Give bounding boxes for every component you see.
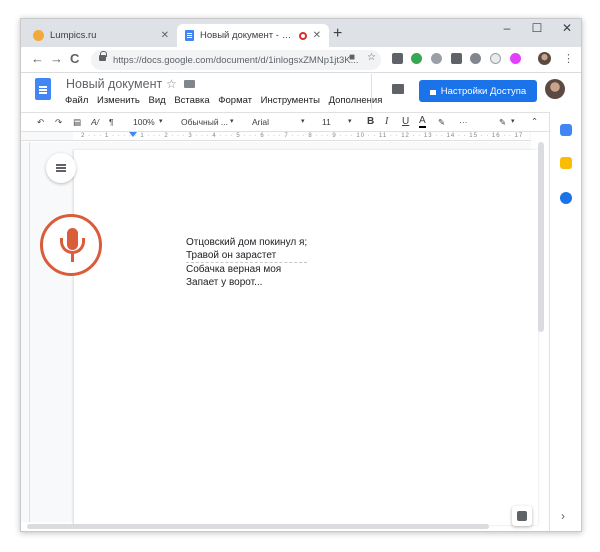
extension-eye-icon[interactable] (470, 53, 481, 64)
extension-puzzle-icon[interactable] (510, 53, 521, 64)
tasks-icon[interactable] (560, 192, 572, 204)
calendar-icon[interactable] (560, 124, 572, 136)
tab-close-icon[interactable]: ✕ (313, 30, 321, 41)
style-select[interactable]: Обычный ... (181, 117, 228, 127)
document-body[interactable]: Отцовский дом покинул я; Травой он зарас… (186, 236, 308, 289)
underline-button[interactable]: U (402, 116, 409, 127)
font-select[interactable]: Arial (252, 117, 269, 127)
chevron-down-icon: ▾ (159, 118, 163, 125)
tab-docs[interactable]: Новый документ - Google ... ✕ (177, 24, 329, 47)
body-line: Травой он зарастет (186, 249, 308, 263)
horizontal-ruler[interactable]: 2 · · · 1 · · · · · 1 · · · 2 · · · 3 · … (21, 132, 531, 141)
formatting-toolbar: ↶ ↷ ▤ A/ ¶ 100% ▾ Обычный ... ▾ Arial ▾ … (21, 112, 581, 132)
menu-edit[interactable]: Изменить (97, 95, 140, 106)
indent-marker-icon[interactable] (129, 132, 137, 137)
menu-file[interactable]: Файл (65, 95, 88, 106)
menu-addons[interactable]: Дополнения (329, 95, 383, 106)
forward-button[interactable]: → (50, 51, 63, 66)
lock-icon (429, 89, 436, 95)
font-size-select[interactable]: 11 (322, 117, 331, 127)
tab-bar: Lumpics.ru ✕ Новый документ - Google ...… (21, 19, 581, 47)
zoom-select[interactable]: 100% (133, 117, 155, 127)
explore-button[interactable] (512, 506, 532, 526)
extension-home-icon[interactable] (392, 53, 403, 64)
voice-typing-microphone-button[interactable] (40, 214, 102, 276)
profile-avatar[interactable] (538, 52, 551, 65)
tab-lumpics[interactable]: Lumpics.ru ✕ (25, 24, 177, 47)
ruler-numbers: 2 · · · 1 · · · · · 1 · · · 2 · · · 3 · … (81, 133, 524, 139)
spellcheck-icon[interactable]: A/ (91, 117, 99, 127)
microphone-icon-stem (71, 254, 74, 262)
docs-logo-icon[interactable] (35, 78, 51, 100)
document-title[interactable]: Новый документ (66, 77, 162, 91)
url-text: https://docs.google.com/document/d/1inlo… (113, 54, 359, 66)
document-outline-button[interactable] (46, 153, 76, 183)
lock-icon (99, 51, 107, 61)
body-line: Собачка верная моя (186, 264, 282, 275)
docs-favicon-icon (185, 30, 194, 41)
document-page[interactable]: Отцовский дом покинул я; Травой он зарас… (73, 150, 538, 525)
document-canvas: Отцовский дом покинул я; Травой он зарас… (30, 142, 538, 525)
new-tab-button[interactable]: + (333, 25, 342, 43)
body-line: Запает у ворот... (186, 277, 263, 288)
extension-globe-icon[interactable] (431, 53, 442, 64)
chevron-down-icon: ▾ (230, 118, 234, 125)
reload-button[interactable]: C (70, 51, 79, 66)
vertical-ruler[interactable] (21, 142, 30, 522)
back-button[interactable]: ← (31, 51, 44, 66)
browser-toolbar: ← → C https://docs.google.com/document/d… (21, 47, 581, 73)
star-icon[interactable]: ☆ (166, 77, 177, 91)
paint-format-icon[interactable]: ¶ (109, 117, 114, 127)
chevron-down-icon: ▾ (511, 118, 515, 125)
chevron-down-icon: ▾ (301, 118, 305, 125)
tab-title: Новый документ - Google ... (200, 30, 295, 41)
microphone-icon-stand (60, 238, 85, 254)
keep-icon[interactable] (560, 157, 572, 169)
undo-icon[interactable]: ↶ (37, 117, 44, 128)
expand-panel-chevron-icon[interactable]: › (561, 509, 565, 523)
lumpics-favicon-icon (33, 30, 44, 41)
share-label: Настройки Доступа (440, 85, 527, 97)
outline-list-icon (56, 164, 66, 166)
highlight-pen-icon[interactable]: ✎ (438, 117, 445, 128)
body-line: Отцовский дом покинул я; (186, 237, 308, 248)
menu-view[interactable]: Вид (149, 95, 166, 106)
camera-icon[interactable]: ■ (349, 52, 355, 63)
chevron-down-icon: ▾ (348, 118, 352, 125)
share-button[interactable]: Настройки Доступа (419, 80, 537, 102)
editing-mode-pen-icon[interactable]: ✎ (499, 117, 506, 128)
account-avatar[interactable] (545, 79, 565, 99)
menu-format[interactable]: Формат (218, 95, 252, 106)
extension-mail-icon[interactable] (451, 53, 462, 64)
docs-menu-bar: Файл Изменить Вид Вставка Формат Инструм… (65, 95, 388, 106)
folder-icon[interactable] (184, 80, 195, 88)
minimize-button[interactable]: – (493, 21, 521, 35)
collapse-chevron-up-icon[interactable]: ⌃ (531, 116, 538, 127)
bold-button[interactable]: B (367, 116, 374, 127)
side-panel (549, 112, 581, 531)
maximize-button[interactable]: ☐ (523, 21, 551, 35)
extension-shield-outline-icon[interactable] (490, 53, 501, 64)
redo-icon[interactable]: ↷ (55, 117, 62, 128)
browser-menu-icon[interactable]: ⋮ (563, 52, 574, 65)
vertical-scrollbar[interactable] (538, 142, 544, 332)
recording-indicator-icon (298, 31, 307, 40)
more-button[interactable]: ··· (459, 117, 468, 127)
print-icon[interactable]: ▤ (73, 117, 81, 128)
italic-button[interactable]: I (385, 116, 388, 127)
menu-insert[interactable]: Вставка (174, 95, 209, 106)
docs-header: Новый документ ☆ Файл Изменить Вид Встав… (21, 74, 581, 116)
browser-window: Lumpics.ru ✕ Новый документ - Google ...… (20, 18, 582, 532)
tab-title: Lumpics.ru (50, 30, 97, 41)
address-bar[interactable]: https://docs.google.com/document/d/1inlo… (91, 50, 381, 70)
menu-tools[interactable]: Инструменты (261, 95, 320, 106)
horizontal-scrollbar[interactable] (27, 524, 489, 529)
extension-shield-icon[interactable] (411, 53, 422, 64)
comments-icon[interactable] (392, 84, 404, 94)
divider (371, 74, 372, 109)
text-color-button[interactable]: A (419, 115, 426, 128)
bookmark-star-icon[interactable]: ☆ (367, 52, 376, 63)
close-window-button[interactable]: ✕ (553, 21, 581, 35)
tab-close-icon[interactable]: ✕ (161, 30, 169, 41)
